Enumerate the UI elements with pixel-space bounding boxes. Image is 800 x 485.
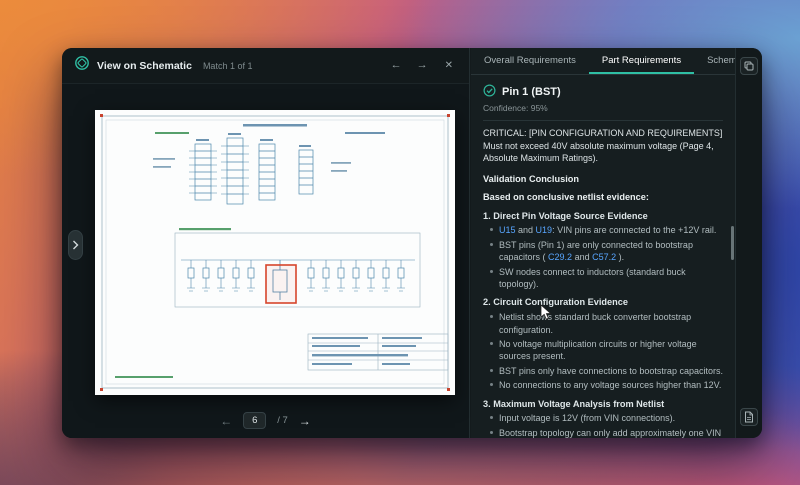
section-heading: 2. Circuit Configuration Evidence <box>483 296 723 309</box>
sidebar-collapse-button[interactable] <box>68 230 83 260</box>
viewer-title: View on Schematic <box>97 60 192 72</box>
netlist-link[interactable]: C29.2 <box>548 252 572 262</box>
evidence-item: BST pins only have connections to bootst… <box>483 365 723 377</box>
validation-heading: Validation Conclusion <box>483 173 723 186</box>
evidence-item: No connections to any voltage sources hi… <box>483 379 723 391</box>
app-window: View on Schematic Match 1 of 1 ← → ✕ <box>62 48 762 438</box>
scrollbar-thumb[interactable] <box>731 226 734 260</box>
evidence-heading: Based on conclusive netlist evidence: <box>483 191 723 204</box>
page-number-box[interactable]: 6 <box>243 412 266 429</box>
schematic-canvas[interactable] <box>62 84 469 438</box>
requirements-panel: Overall Requirements Part Requirements S… <box>471 48 735 438</box>
match-prev-button[interactable]: ← <box>387 59 406 72</box>
tab-overall-requirements[interactable]: Overall Requirements <box>471 48 589 74</box>
bullet-dot <box>490 342 493 345</box>
chevron-right-icon <box>72 240 79 250</box>
schematic-drawing <box>95 110 455 395</box>
divider <box>483 120 723 121</box>
evidence-item: Input voltage is 12V (from VIN connectio… <box>483 412 723 424</box>
evidence-item: Netlist shows standard buck converter bo… <box>483 311 723 336</box>
copy-icon <box>744 61 754 71</box>
bullet-dot <box>490 228 493 231</box>
page-total: / 7 <box>277 415 288 426</box>
document-icon <box>744 411 754 423</box>
bullet-dot <box>490 243 493 246</box>
schematic-page <box>95 110 455 395</box>
bullet-dot <box>490 431 493 434</box>
pin-header-row: Pin 1 (BST) <box>483 84 723 100</box>
netlist-link[interactable]: U15 <box>499 225 516 235</box>
section-heading: 3. Maximum Voltage Analysis from Netlist <box>483 398 723 411</box>
bullet-dot <box>490 369 493 372</box>
highlighted-component <box>266 265 296 303</box>
document-button[interactable] <box>740 408 758 426</box>
tab-part-requirements[interactable]: Part Requirements <box>589 48 694 74</box>
netlist-link[interactable]: C57.2 <box>592 252 616 262</box>
close-button[interactable]: ✕ <box>441 60 457 72</box>
evidence-item: Bootstrap topology can only add approxim… <box>483 427 723 438</box>
panel-content: Pin 1 (BST) Confidence: 95% CRITICAL: [P… <box>471 76 735 438</box>
app-logo-icon <box>74 55 90 76</box>
tab-bar: Overall Requirements Part Requirements S… <box>471 48 735 75</box>
bullet-dot <box>490 270 493 273</box>
page-navigation: ← 6 / 7 → <box>62 412 469 429</box>
section-heading: 1. Direct Pin Voltage Source Evidence <box>483 210 723 223</box>
page-prev-button[interactable]: ← <box>220 415 232 427</box>
confidence-label: Confidence: 95% <box>483 103 723 115</box>
bullet-dot <box>490 416 493 419</box>
copy-panel-button[interactable] <box>740 57 758 75</box>
page-next-button[interactable]: → <box>299 415 311 427</box>
match-next-button[interactable]: → <box>413 59 432 72</box>
bullet-dot <box>490 315 493 318</box>
evidence-item: No voltage multiplication circuits or hi… <box>483 338 723 363</box>
tab-schematics-chat[interactable]: Schematics Cha <box>694 48 735 74</box>
evidence-item: SW nodes connect to inductors (standard … <box>483 266 723 291</box>
bullet-dot <box>490 383 493 386</box>
netlist-link[interactable]: U19 <box>536 225 553 235</box>
check-circle-icon <box>483 84 496 100</box>
schematic-viewer: View on Schematic Match 1 of 1 ← → ✕ <box>62 48 470 438</box>
critical-requirement: CRITICAL: [PIN CONFIGURATION AND REQUIRE… <box>483 127 723 164</box>
evidence-sections: 1. Direct Pin Voltage Source EvidenceU15… <box>483 210 723 438</box>
evidence-item: U15 and U19: VIN pins are connected to t… <box>483 224 723 236</box>
pin-title: Pin 1 (BST) <box>502 85 561 100</box>
viewer-header: View on Schematic Match 1 of 1 ← → ✕ <box>62 48 469 84</box>
match-counter: Match 1 of 1 <box>203 61 253 71</box>
side-rail <box>735 48 762 438</box>
evidence-item: BST pins (Pin 1) are only connected to b… <box>483 239 723 264</box>
